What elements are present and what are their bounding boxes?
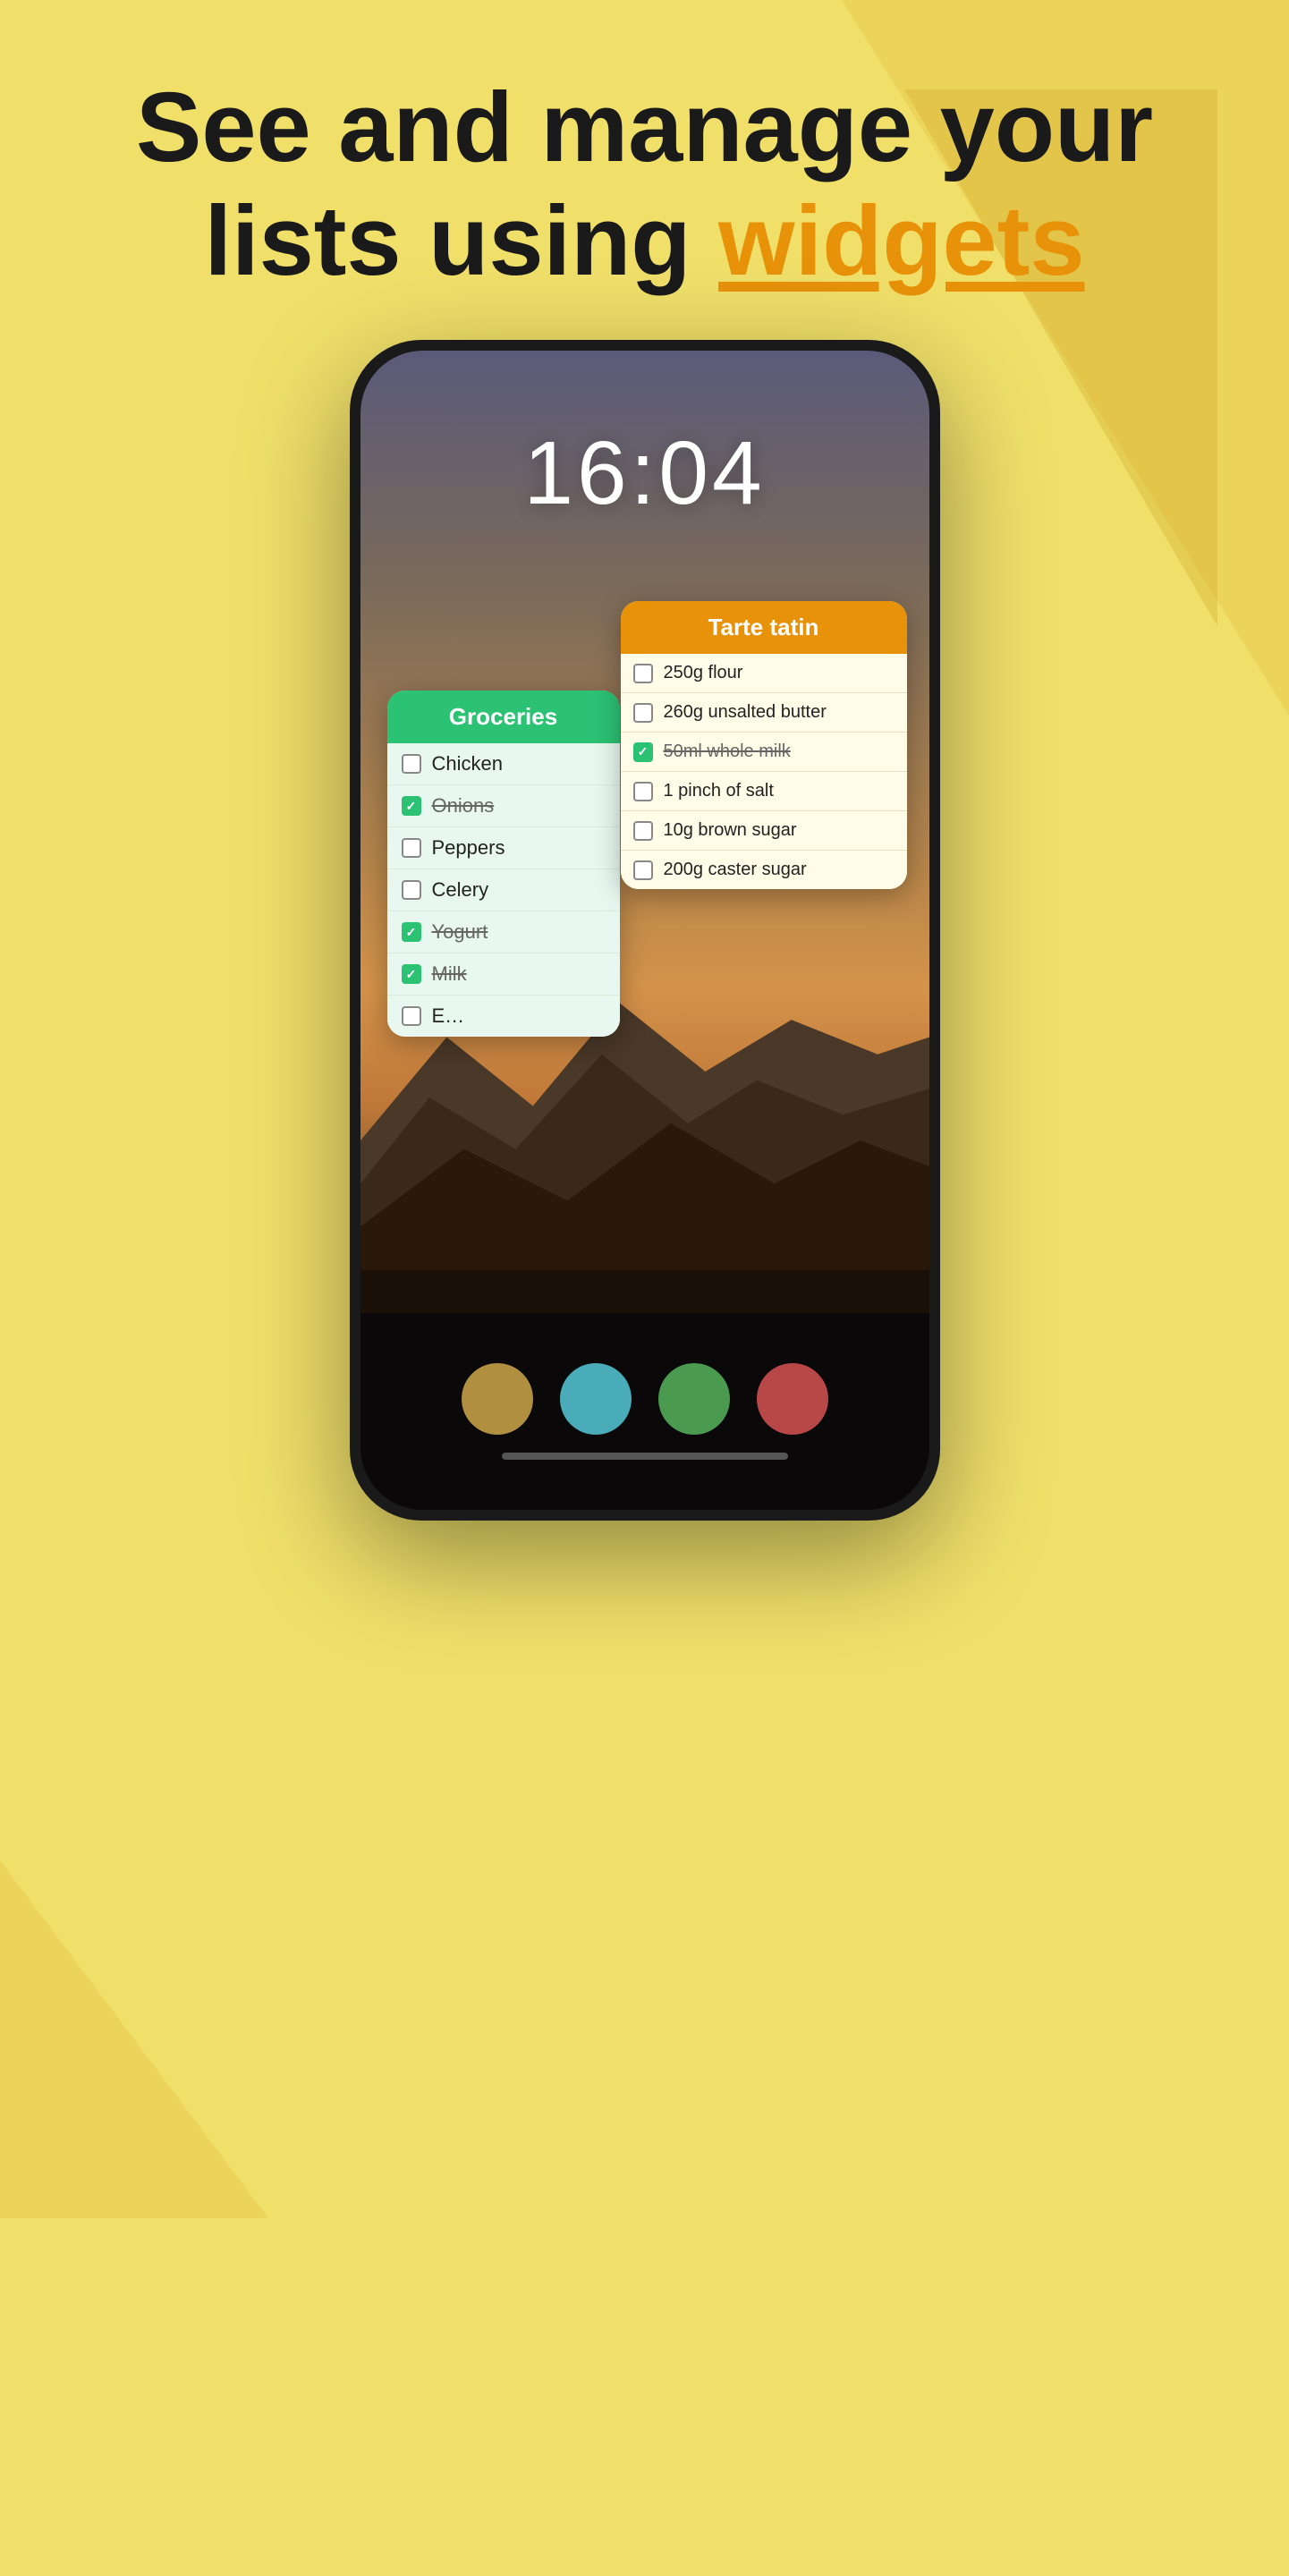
label-chicken: Chicken [432, 752, 503, 775]
title-highlight: widgets [718, 186, 1085, 296]
dock-icon-3[interactable] [658, 1363, 730, 1435]
title-line1: See and manage your [107, 72, 1182, 185]
label-onions: Onions [432, 794, 495, 818]
title-line2: lists using widgets [107, 185, 1182, 299]
checkbox-chicken[interactable] [402, 754, 421, 774]
label-peppers: Peppers [432, 836, 505, 860]
tarte-item-brown-sugar: 10g brown sugar [621, 811, 907, 851]
checkbox-yogurt[interactable] [402, 922, 421, 942]
phone-frame: 16:04 Groceries Chicken Onions [350, 340, 940, 1521]
checkbox-whole-milk[interactable] [633, 742, 653, 762]
tarte-item-flour: 250g flour [621, 654, 907, 693]
phone-screen: 16:04 Groceries Chicken Onions [360, 351, 929, 1510]
grocery-item-milk: Milk [387, 953, 620, 996]
grocery-item-celery: Celery [387, 869, 620, 911]
title-line2-prefix: lists using [204, 186, 718, 296]
tarte-item-salt: 1 pinch of salt [621, 772, 907, 811]
tarte-item-caster-sugar: 200g caster sugar [621, 851, 907, 889]
checkbox-eggs[interactable] [402, 1006, 421, 1026]
checkbox-peppers[interactable] [402, 838, 421, 858]
checkbox-brown-sugar[interactable] [633, 821, 653, 841]
grocery-item-chicken: Chicken [387, 743, 620, 785]
checkbox-milk[interactable] [402, 964, 421, 984]
label-yogurt: Yogurt [432, 920, 488, 944]
label-butter: 260g unsalted butter [664, 702, 827, 723]
dock-icon-1[interactable] [462, 1363, 533, 1435]
grocery-item-peppers: Peppers [387, 827, 620, 869]
tarte-widget-header: Tarte tatin [621, 601, 907, 654]
grocery-item-onions: Onions [387, 785, 620, 827]
phone-screen-area: 16:04 Groceries Chicken Onions [360, 351, 929, 1510]
main-title: See and manage your lists using widgets [107, 72, 1182, 298]
grocery-item-yogurt: Yogurt [387, 911, 620, 953]
checkbox-flour[interactable] [633, 664, 653, 683]
tarte-title: Tarte tatin [708, 614, 819, 640]
label-flour: 250g flour [664, 663, 743, 683]
tarte-widget: Tarte tatin 250g flour 260g unsalted but… [621, 601, 907, 889]
label-caster-sugar: 200g caster sugar [664, 860, 807, 880]
dock-icon-4[interactable] [757, 1363, 828, 1435]
checkbox-caster-sugar[interactable] [633, 860, 653, 880]
label-brown-sugar: 10g brown sugar [664, 820, 797, 841]
tarte-item-milk: 50ml whole milk [621, 733, 907, 772]
dock-icon-2[interactable] [560, 1363, 632, 1435]
label-salt: 1 pinch of salt [664, 781, 774, 801]
home-indicator [502, 1453, 788, 1460]
groceries-title: Groceries [449, 703, 557, 730]
checkbox-onions[interactable] [402, 796, 421, 816]
label-celery: Celery [432, 878, 489, 902]
checkbox-celery[interactable] [402, 880, 421, 900]
dock-icon-row [462, 1363, 828, 1435]
phone-dock [360, 1313, 929, 1510]
groceries-widget: Groceries Chicken Onions Peppers [387, 691, 620, 1037]
label-eggs: E… [432, 1004, 465, 1028]
grocery-item-eggs: E… [387, 996, 620, 1037]
groceries-widget-header: Groceries [387, 691, 620, 743]
label-whole-milk: 50ml whole milk [664, 741, 791, 762]
time-display: 16:04 [360, 422, 929, 525]
phone-mockup: 16:04 Groceries Chicken Onions [350, 340, 940, 1521]
checkbox-butter[interactable] [633, 703, 653, 723]
label-milk: Milk [432, 962, 467, 986]
bg-decoration-3 [0, 1860, 268, 2218]
tarte-item-butter: 260g unsalted butter [621, 693, 907, 733]
header: See and manage your lists using widgets [0, 0, 1289, 352]
checkbox-salt[interactable] [633, 782, 653, 801]
